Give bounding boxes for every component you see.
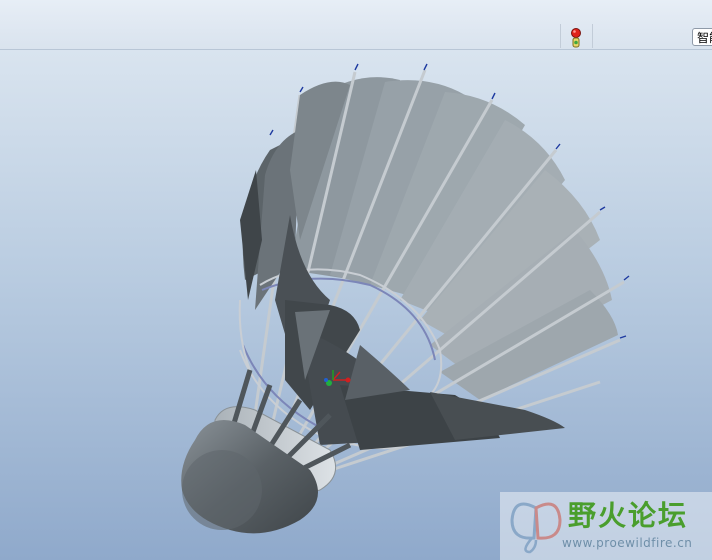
- watermark-title: 野火论坛: [568, 499, 689, 532]
- toolbar-separator: [592, 24, 593, 48]
- butterfly-logo: [510, 502, 562, 554]
- watermark: 野火论坛 www.proewildfire.cn: [500, 492, 712, 560]
- toolbar: 智能: [0, 0, 712, 50]
- shuttlecock-model[interactable]: [0, 50, 712, 560]
- toolbar-separator: [560, 24, 561, 48]
- watermark-url: www.proewildfire.cn: [562, 536, 693, 550]
- traffic-light-icon[interactable]: [567, 27, 585, 49]
- model-viewport[interactable]: 野火论坛 www.proewildfire.cn: [0, 50, 712, 560]
- smart-select-filter[interactable]: 智能: [692, 28, 712, 46]
